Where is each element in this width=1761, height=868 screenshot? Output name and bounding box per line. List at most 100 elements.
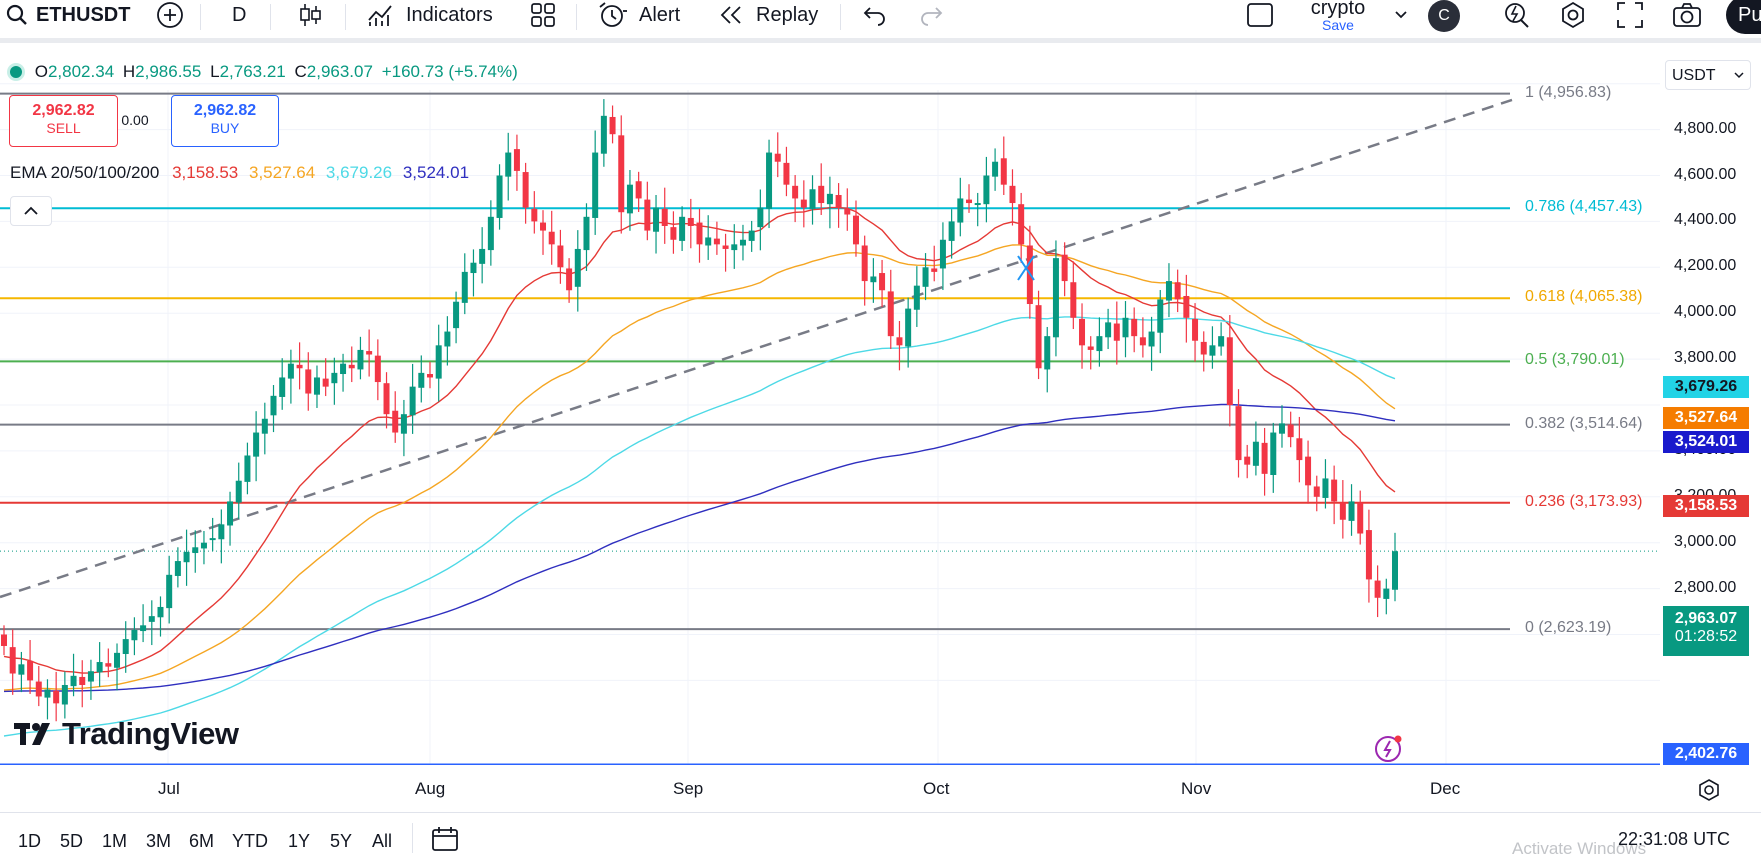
candle-body xyxy=(913,285,920,310)
candle-body xyxy=(1226,337,1233,405)
layout-toggle[interactable] xyxy=(1246,0,1274,30)
candle-body xyxy=(505,152,512,177)
candle-body xyxy=(1305,456,1312,486)
range-button-5d[interactable]: 5D xyxy=(60,831,83,852)
buy-price: 2,962.82 xyxy=(193,102,257,119)
candle-body xyxy=(61,684,68,705)
candle-body xyxy=(105,663,112,667)
candle-body xyxy=(1374,580,1381,598)
chevron-up-icon xyxy=(11,206,51,229)
tradingview-logo[interactable]: TradingView xyxy=(14,716,239,755)
snapshot-button[interactable] xyxy=(1672,0,1702,30)
candle-body xyxy=(253,432,260,457)
candle-body xyxy=(792,185,799,199)
chart-settings-button[interactable] xyxy=(1697,778,1721,807)
candle-body xyxy=(983,175,990,205)
candle-body xyxy=(400,414,407,434)
interval-button[interactable]: D xyxy=(232,0,246,30)
toolbar-divider xyxy=(345,4,346,30)
candle-body xyxy=(592,152,599,218)
high-value: 2,986.55 xyxy=(135,62,202,81)
candle-body xyxy=(644,199,651,231)
currency-select[interactable]: USDT xyxy=(1665,60,1751,90)
candle-body xyxy=(1052,258,1059,338)
ema-50-value: 3,527.64 xyxy=(249,163,316,182)
candle-body xyxy=(1105,322,1112,338)
layout-name[interactable]: crypto Save xyxy=(1290,0,1386,33)
price-chart-canvas[interactable] xyxy=(0,43,1761,765)
fullscreen-button[interactable] xyxy=(1616,0,1644,30)
candle-body xyxy=(931,268,938,272)
candle-body xyxy=(774,153,781,162)
sell-button[interactable]: 2,962.82 SELL xyxy=(9,95,118,147)
flash-icon[interactable] xyxy=(1374,733,1404,768)
range-button-all[interactable]: All xyxy=(372,831,392,852)
time-axis-label: Aug xyxy=(415,779,446,798)
candle-body xyxy=(1270,432,1277,475)
candle-body xyxy=(174,561,181,576)
time-axis-label: Oct xyxy=(923,779,950,798)
chevron-down-icon xyxy=(1394,10,1408,20)
quick-search-button[interactable] xyxy=(1502,0,1530,30)
candle-body xyxy=(166,574,173,609)
compare-button[interactable] xyxy=(156,0,184,30)
avatar[interactable]: C xyxy=(1428,0,1460,32)
range-button-1y[interactable]: 1Y xyxy=(288,831,310,852)
undo-button[interactable] xyxy=(862,0,888,30)
candle-body xyxy=(313,377,320,395)
candle-body xyxy=(939,239,946,269)
price-axis-tag: 2,402.76 xyxy=(1663,743,1749,765)
clock[interactable]: 22:31:08 UTC xyxy=(1618,829,1730,850)
indicators-button[interactable]: Indicators xyxy=(366,0,493,30)
templates-button[interactable] xyxy=(530,0,556,30)
candle-body xyxy=(261,418,268,434)
alert-label: Alert xyxy=(639,3,681,26)
collapse-legend-button[interactable] xyxy=(10,196,52,226)
grid-icon xyxy=(530,2,556,28)
ema-legend[interactable]: EMA 20/50/100/200 3,158.53 3,527.64 3,67… xyxy=(10,163,469,183)
candle-body xyxy=(696,222,703,245)
redo-button[interactable] xyxy=(918,0,944,30)
low-value: 2,763.21 xyxy=(219,62,286,81)
candle-body xyxy=(522,172,529,208)
range-button-6m[interactable]: 6M xyxy=(189,831,214,852)
range-button-3m[interactable]: 3M xyxy=(146,831,171,852)
candle-body xyxy=(1357,502,1364,534)
fib-level-label: 0.618 (4,065.38) xyxy=(1525,288,1643,306)
chart-type-button[interactable] xyxy=(298,0,322,30)
candle-body xyxy=(1122,317,1129,338)
candle-body xyxy=(626,184,633,214)
candle-body xyxy=(800,199,807,208)
candle-body xyxy=(392,410,399,433)
symbol-search[interactable]: ETHUSDT xyxy=(6,0,130,30)
range-button-ytd[interactable]: YTD xyxy=(232,831,268,852)
top-toolbar: ETHUSDT D Indicators Alert Replay crypto… xyxy=(0,0,1761,43)
replay-button[interactable]: Replay xyxy=(718,0,818,30)
change-value: +160.73 (+5.74%) xyxy=(381,62,518,81)
candle-body xyxy=(922,267,929,287)
candle-body xyxy=(1218,336,1225,347)
candle-body xyxy=(200,542,207,549)
range-button-1d[interactable]: 1D xyxy=(18,831,41,852)
bar-countdown: 01:28:52 xyxy=(1674,628,1738,645)
candle-body xyxy=(322,378,329,387)
candle-body xyxy=(1192,318,1199,341)
candle-body xyxy=(1165,281,1172,301)
publish-button[interactable]: Pu xyxy=(1726,0,1761,34)
layout-menu-button[interactable] xyxy=(1394,0,1408,30)
time-axis-label: Nov xyxy=(1181,779,1212,798)
candle-body xyxy=(1339,502,1346,520)
go-to-date-button[interactable] xyxy=(430,825,460,858)
price-axis-tag: 3,527.64 xyxy=(1663,406,1749,429)
candle-body xyxy=(844,208,851,215)
candle-body xyxy=(244,455,251,482)
range-button-1m[interactable]: 1M xyxy=(102,831,127,852)
candle-body xyxy=(1261,442,1268,474)
candle-body xyxy=(1296,438,1303,461)
range-button-5y[interactable]: 5Y xyxy=(330,831,352,852)
candle-body xyxy=(1322,478,1329,498)
candle-body xyxy=(531,208,538,222)
settings-button[interactable] xyxy=(1559,0,1587,30)
alert-button[interactable]: Alert xyxy=(597,0,680,30)
buy-button[interactable]: 2,962.82 BUY xyxy=(171,95,279,147)
